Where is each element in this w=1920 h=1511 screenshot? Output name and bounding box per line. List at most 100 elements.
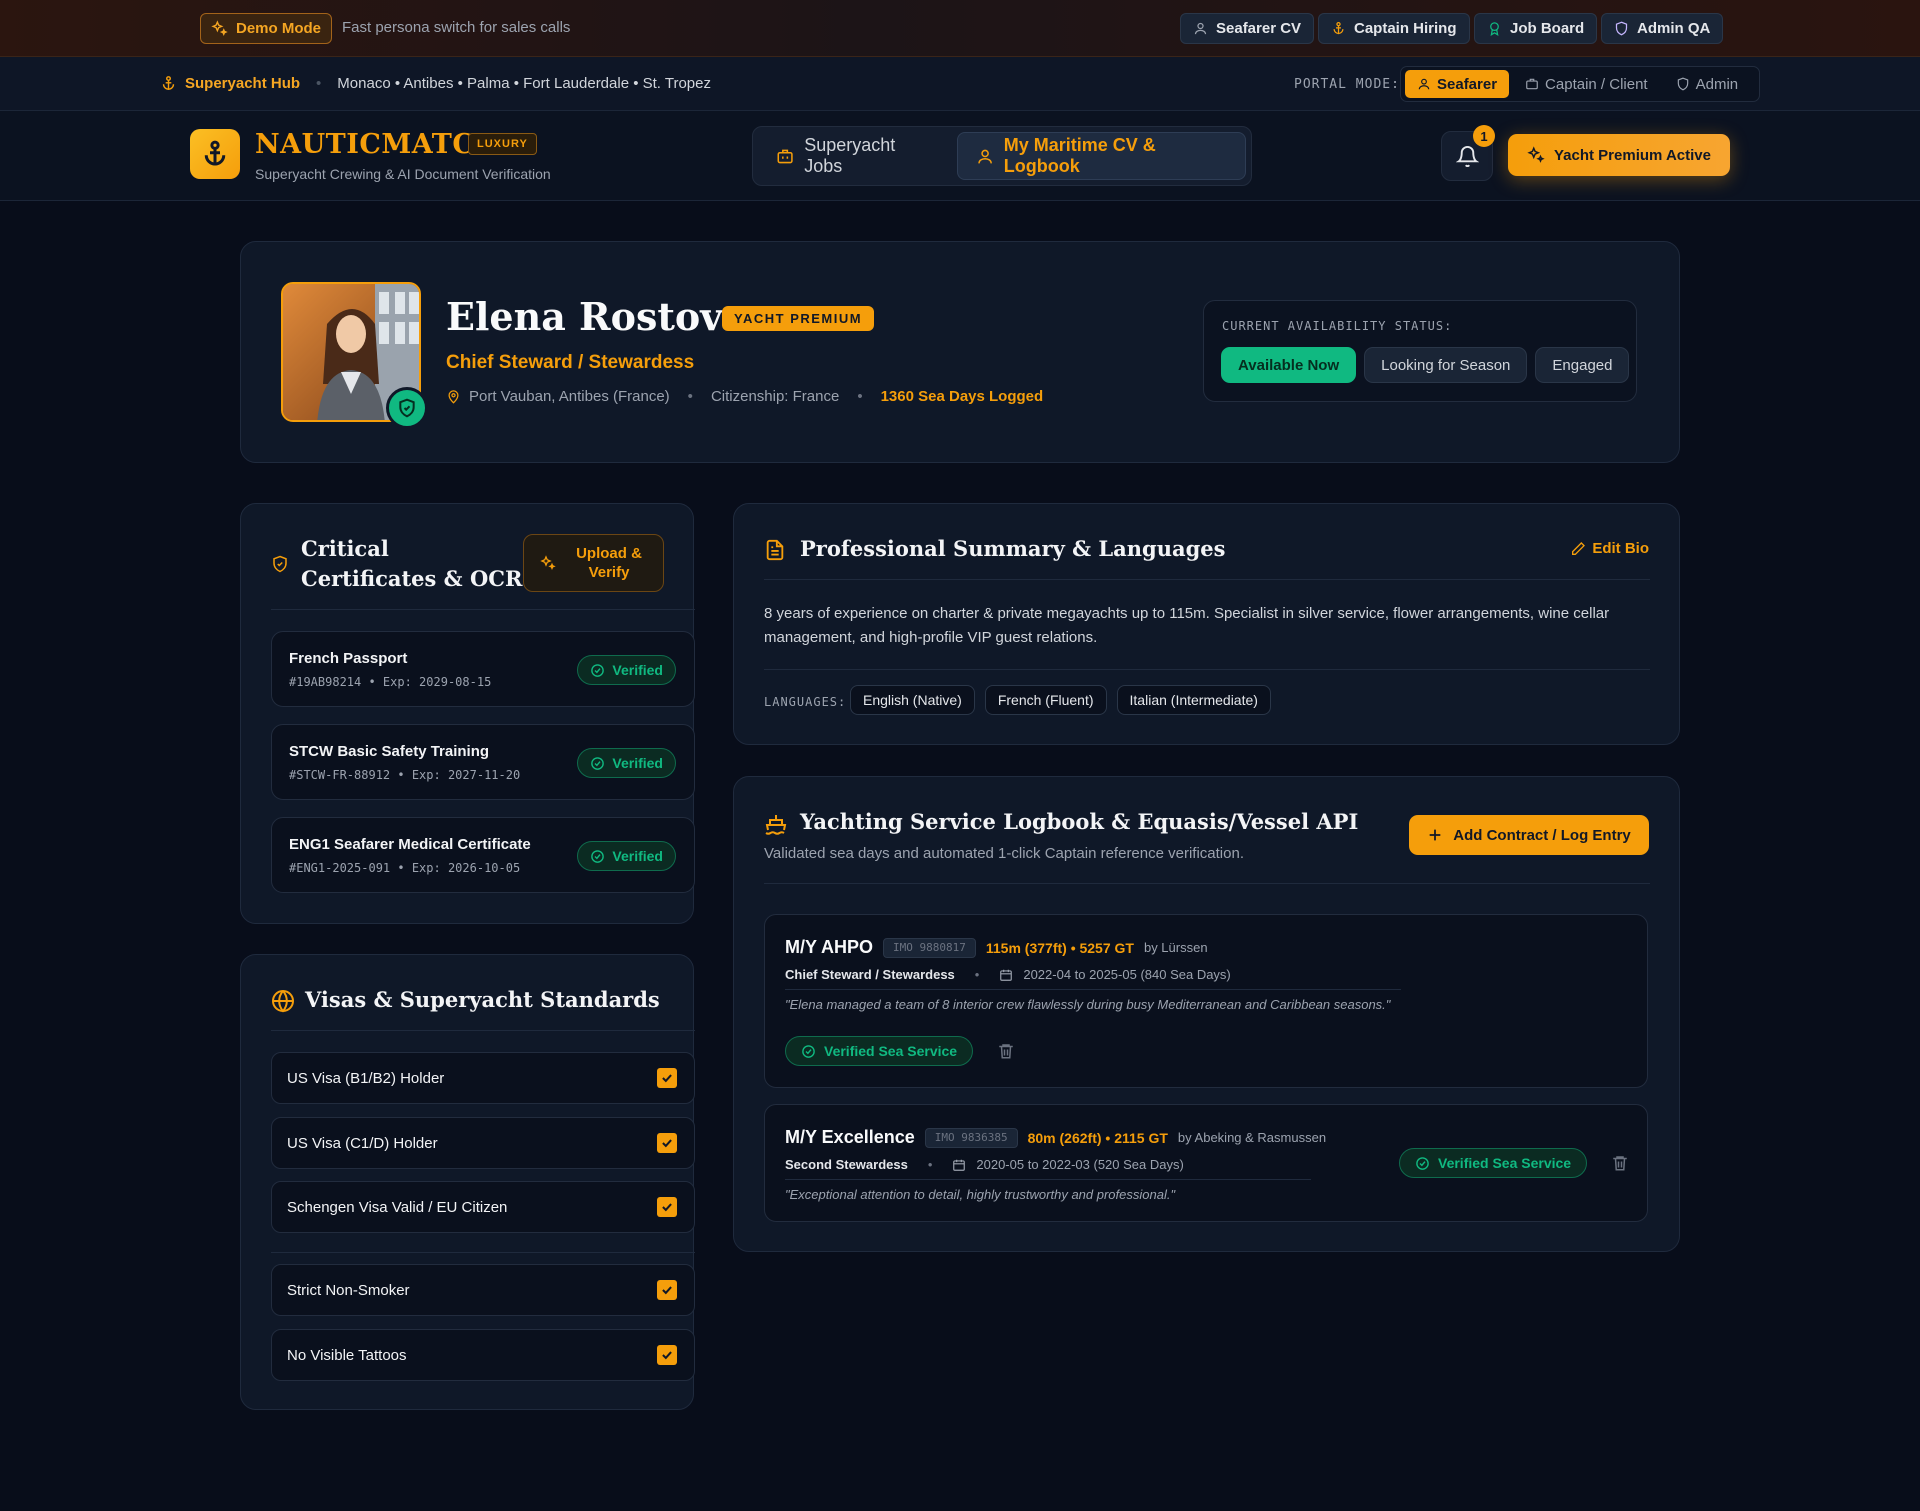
certificates-card: Critical Certificates & OCR Upload & Ver…	[240, 503, 695, 924]
divider	[764, 669, 1650, 670]
plus-icon	[1429, 829, 1441, 841]
standard-item[interactable]: No Visible Tattoos	[271, 1329, 695, 1381]
ship-icon	[765, 815, 787, 835]
certificates-title: Critical Certificates & OCR	[301, 536, 523, 591]
meta-separator: •	[687, 388, 693, 405]
persona-label: Admin QA	[1637, 20, 1711, 37]
portal-mode-captain[interactable]: Captain / Client	[1513, 70, 1660, 98]
entry-dates: 2020-05 to 2022-03 (520 Sea Days)	[976, 1157, 1184, 1172]
verified-sea-service-badge: Verified Sea Service	[785, 1036, 974, 1066]
add-contract-button[interactable]: Add Contract / Log Entry	[1409, 815, 1649, 855]
add-contract-label: Add Contract / Log Entry	[1453, 826, 1631, 844]
availability-panel: CURRENT AVAILABILITY STATUS: Available N…	[1203, 300, 1637, 402]
check-circle-icon	[591, 663, 605, 677]
standard-label: Strict Non-Smoker	[287, 1282, 410, 1299]
checkbox-checked[interactable]	[657, 1280, 677, 1300]
pencil-icon	[1572, 541, 1586, 555]
certificate-item[interactable]: ENG1 Seafarer Medical Certificate #ENG1-…	[271, 817, 695, 893]
verified-label: Verified Sea Service	[1438, 1155, 1572, 1171]
certificate-name: STCW Basic Safety Training	[289, 743, 490, 760]
anchor-icon	[204, 140, 226, 166]
availability-looking-for-season[interactable]: Looking for Season	[1364, 347, 1528, 383]
checkbox-checked[interactable]	[657, 1133, 677, 1153]
captain-reference: "Elena managed a team of 8 interior crew…	[785, 997, 1391, 1012]
certificate-name: ENG1 Seafarer Medical Certificate	[289, 836, 531, 853]
checkbox-checked[interactable]	[657, 1068, 677, 1088]
demo-mode-label: Demo Mode	[236, 20, 322, 37]
availability-engaged[interactable]: Engaged	[1535, 347, 1630, 383]
entry-actions: Verified Sea Service	[785, 1036, 1015, 1066]
vessel-size: 80m (262ft) • 2115 GT	[1027, 1129, 1168, 1146]
divider	[271, 1252, 695, 1253]
portal-mode-label: Captain / Client	[1545, 75, 1648, 93]
visa-item[interactable]: Schengen Visa Valid / EU Citizen	[271, 1181, 695, 1233]
entry-role: Second Stewardess	[785, 1157, 908, 1172]
summary-title: Professional Summary & Languages	[800, 536, 1226, 561]
portal-mode-label: Seafarer	[1437, 75, 1498, 93]
languages-label: LANGUAGES:	[764, 695, 847, 709]
portal-mode-seafarer[interactable]: Seafarer	[1405, 70, 1510, 98]
certificate-item[interactable]: STCW Basic Safety Training #STCW-FR-8891…	[271, 724, 695, 800]
availability-available-now[interactable]: Available Now	[1221, 347, 1357, 383]
summary-text: 8 years of experience on charter & priva…	[764, 605, 1610, 646]
globe-icon	[272, 990, 294, 1013]
demo-bar: Demo Mode Fast persona switch for sales …	[0, 0, 1920, 57]
visa-item[interactable]: US Visa (B1/B2) Holder	[271, 1052, 695, 1104]
nav-superyacht-jobs[interactable]: Superyacht Jobs	[758, 132, 951, 180]
check-circle-icon	[591, 756, 605, 770]
check-icon	[662, 1074, 672, 1083]
portal-mode-admin[interactable]: Admin	[1664, 70, 1751, 98]
checkbox-checked[interactable]	[657, 1197, 677, 1217]
certificate-id: #19AB98214 • Exp: 2029-08-15	[289, 675, 492, 689]
upload-verify-button[interactable]: Upload & Verify	[523, 534, 664, 592]
anchor-icon	[162, 76, 175, 90]
nav-my-maritime-cv[interactable]: My Maritime CV & Logbook	[956, 132, 1246, 180]
visas-card: Visas & Superyacht Standards US Visa (B1…	[240, 954, 695, 1410]
trash-icon[interactable]	[1611, 1154, 1629, 1172]
profile-role: Chief Steward / Stewardess	[446, 352, 695, 373]
meta-separator: •	[857, 388, 863, 405]
visa-item[interactable]: US Visa (C1/D) Holder	[271, 1117, 695, 1169]
persona-captain-hiring-button[interactable]: Captain Hiring	[1318, 13, 1470, 44]
role-row: Chief Steward / Stewardess • 2022-04 to …	[785, 967, 1231, 982]
checkbox-checked[interactable]	[657, 1345, 677, 1365]
standard-label: No Visible Tattoos	[287, 1347, 407, 1364]
persona-seafarer-cv-button[interactable]: Seafarer CV	[1180, 13, 1315, 44]
check-icon	[662, 1286, 672, 1295]
language-tag: Italian (Intermediate)	[1116, 685, 1271, 715]
persona-job-board-button[interactable]: Job Board	[1474, 13, 1598, 44]
vessel-header: M/Y AHPO IMO 9880817 115m (377ft) • 5257…	[785, 937, 1208, 958]
bell-icon	[1455, 145, 1479, 167]
visa-label: US Visa (B1/B2) Holder	[287, 1070, 445, 1087]
hub-info: Superyacht Hub • Monaco • Antibes • Palm…	[160, 75, 711, 92]
check-circle-icon	[802, 1044, 815, 1058]
language-tag: French (Fluent)	[984, 685, 1107, 715]
nav-label: Superyacht Jobs	[804, 135, 896, 176]
trash-icon[interactable]	[997, 1042, 1015, 1060]
certificate-item[interactable]: French Passport #19AB98214 • Exp: 2029-0…	[271, 631, 695, 707]
file-text-icon	[766, 539, 784, 561]
main-header: NAUTICMATCH LUXURY Superyacht Crewing & …	[0, 111, 1920, 201]
yacht-premium-button[interactable]: Yacht Premium Active	[1508, 134, 1730, 176]
demo-mode-button[interactable]: Demo Mode	[200, 13, 333, 44]
hub-title: Superyacht Hub	[185, 75, 301, 92]
imo-badge: IMO 9880817	[883, 937, 976, 958]
anchor-icon	[1333, 21, 1344, 35]
certificate-id: #STCW-FR-88912 • Exp: 2027-11-20	[289, 768, 521, 782]
main-nav: Superyacht Jobs My Maritime CV & Logbook	[752, 126, 1252, 186]
portal-mode-label: PORTAL MODE:	[1294, 77, 1400, 92]
calendar-icon	[953, 1159, 966, 1171]
verified-label: Verified	[612, 848, 663, 864]
divider	[764, 883, 1650, 884]
logo[interactable]	[190, 129, 240, 179]
vessel-name: M/Y Excellence	[785, 1127, 915, 1147]
certificate-name: French Passport	[289, 650, 408, 667]
vessel-header: M/Y Excellence IMO 9836385 80m (262ft) •…	[785, 1127, 1326, 1148]
persona-admin-qa-button[interactable]: Admin QA	[1601, 13, 1724, 44]
edit-bio-button[interactable]: Edit Bio	[1570, 540, 1649, 557]
entry-role: Chief Steward / Stewardess	[785, 967, 955, 982]
logbook-entry: M/Y Excellence IMO 9836385 80m (262ft) •…	[764, 1104, 1648, 1222]
verified-label: Verified	[612, 755, 663, 771]
standard-item[interactable]: Strict Non-Smoker	[271, 1264, 695, 1316]
verified-label: Verified Sea Service	[824, 1043, 958, 1059]
